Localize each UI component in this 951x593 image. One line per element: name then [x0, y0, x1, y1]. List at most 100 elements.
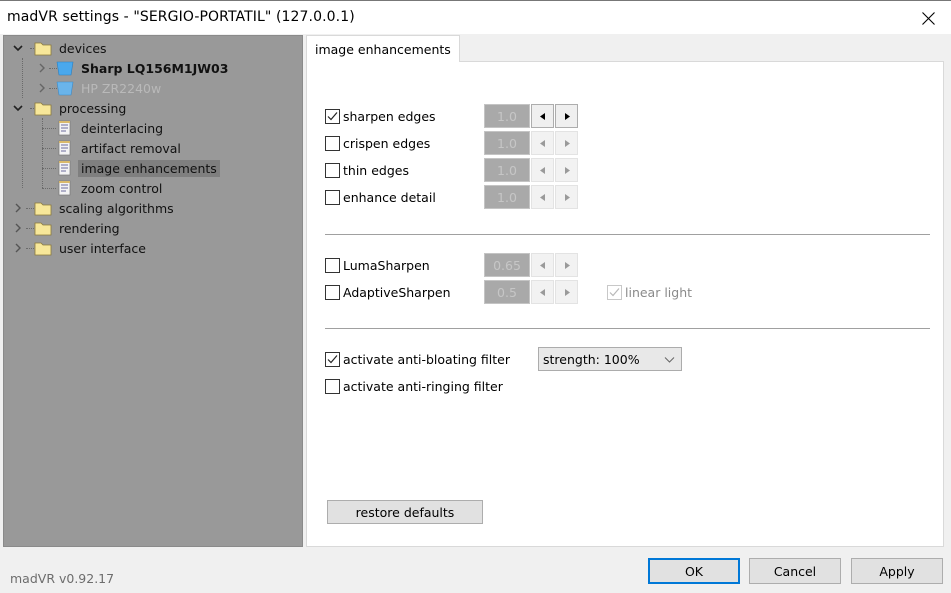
decrement-button[interactable]	[531, 185, 554, 209]
decrement-button[interactable]	[531, 158, 554, 182]
lumasharpen-checkbox[interactable]: LumaSharpen	[325, 255, 430, 275]
checkbox-label: crispen edges	[343, 135, 431, 151]
adaptivesharpen-checkbox[interactable]: AdaptiveSharpen	[325, 282, 451, 302]
checkbox[interactable]	[325, 162, 340, 178]
tree-item-sharp-monitor[interactable]: Sharp LQ156M1JW03	[56, 58, 231, 78]
ok-button[interactable]: OK	[648, 558, 740, 584]
thin-edges-checkbox[interactable]: thin edges	[325, 160, 409, 180]
increment-button[interactable]	[555, 104, 578, 128]
anti-ringing-checkbox[interactable]: activate anti-ringing filter	[325, 376, 503, 396]
lumasharpen-spinner[interactable]: 0.65	[484, 253, 579, 277]
settings-tree[interactable]: devices Sharp LQ156M1JW03 HP ZR2240w pro…	[3, 35, 303, 547]
tree-item-image-enhancements[interactable]: image enhancements	[56, 158, 220, 178]
sharpen-edges-spinner[interactable]: 1.0	[484, 104, 579, 128]
crispen-edges-spinner[interactable]: 1.0	[484, 131, 579, 155]
document-icon	[56, 180, 74, 196]
expander-devices[interactable]	[12, 42, 24, 54]
increment-button[interactable]	[555, 158, 578, 182]
tree-item-zoom-control[interactable]: zoom control	[56, 178, 165, 198]
checkbox-label: AdaptiveSharpen	[343, 284, 451, 300]
decrement-button[interactable]	[531, 280, 554, 304]
expander-sharp[interactable]	[36, 62, 48, 74]
arrow-right-icon	[564, 166, 570, 174]
cancel-button[interactable]: Cancel	[749, 558, 841, 584]
tree-item-label: user interface	[59, 240, 146, 256]
chevron-right-icon	[39, 63, 45, 73]
arrow-right-icon	[564, 139, 570, 147]
title-bar: madVR settings - "SERGIO-PORTATIL" (127.…	[0, 0, 951, 34]
tree-item-scaling-algorithms[interactable]: scaling algorithms	[34, 198, 177, 218]
tab-label: image enhancements	[315, 41, 451, 57]
arrow-left-icon	[539, 112, 545, 120]
linear-light-checkbox[interactable]: linear light	[607, 282, 692, 302]
tree-connector	[42, 188, 56, 189]
tree-item-label: devices	[59, 40, 107, 56]
close-button[interactable]	[905, 1, 951, 35]
tree-item-rendering[interactable]: rendering	[34, 218, 123, 238]
checkbox[interactable]	[325, 351, 340, 367]
crispen-edges-checkbox[interactable]: crispen edges	[325, 133, 430, 153]
decrement-button[interactable]	[531, 131, 554, 155]
decrement-button[interactable]	[531, 104, 554, 128]
checkbox-label: enhance detail	[343, 189, 436, 205]
arrow-left-icon	[539, 193, 545, 201]
increment-button[interactable]	[555, 280, 578, 304]
increment-button[interactable]	[555, 185, 578, 209]
spinner-value: 0.65	[484, 253, 530, 277]
expander-user-interface[interactable]	[12, 242, 24, 254]
button-label: Cancel	[773, 563, 817, 579]
checkbox[interactable]	[325, 189, 340, 205]
checkbox[interactable]	[325, 108, 340, 124]
checkbox[interactable]	[325, 257, 340, 273]
tree-item-label: artifact removal	[81, 140, 181, 156]
tree-item-artifact-removal[interactable]: artifact removal	[56, 138, 184, 158]
checkbox[interactable]	[607, 284, 622, 300]
button-label: OK	[684, 563, 704, 579]
checkmark-icon	[609, 287, 620, 296]
checkbox-label: thin edges	[343, 162, 409, 178]
sharpen-edges-checkbox[interactable]: sharpen edges	[325, 106, 436, 126]
checkmark-icon	[327, 354, 338, 363]
arrow-right-icon	[564, 288, 570, 296]
adaptivesharpen-spinner[interactable]: 0.5	[484, 280, 579, 304]
tree-connector	[42, 168, 56, 169]
increment-button[interactable]	[555, 131, 578, 155]
tree-item-label: rendering	[59, 220, 120, 236]
arrow-left-icon	[539, 288, 545, 296]
tree-item-label: scaling algorithms	[59, 200, 174, 216]
checkbox-label: sharpen edges	[343, 108, 436, 124]
chevron-down-icon	[664, 357, 675, 363]
section-divider	[325, 234, 930, 235]
tree-item-processing[interactable]: processing	[34, 98, 129, 118]
arrow-left-icon	[539, 261, 545, 269]
enhance-detail-spinner[interactable]: 1.0	[484, 185, 579, 209]
restore-defaults-button[interactable]: restore defaults	[327, 500, 483, 524]
tree-item-deinterlacing[interactable]: deinterlacing	[56, 118, 166, 138]
expander-scaling-algorithms[interactable]	[12, 202, 24, 214]
anti-bloating-checkbox[interactable]: activate anti-bloating filter	[325, 349, 510, 369]
tree-item-label: zoom control	[81, 180, 163, 196]
strength-dropdown[interactable]: strength: 100%	[538, 347, 682, 371]
enhance-detail-checkbox[interactable]: enhance detail	[325, 187, 436, 207]
spinner-value: 1.0	[484, 104, 530, 128]
increment-button[interactable]	[555, 253, 578, 277]
tree-item-user-interface[interactable]: user interface	[34, 238, 149, 258]
chevron-right-icon	[15, 223, 21, 233]
expander-hp[interactable]	[36, 82, 48, 94]
checkbox[interactable]	[325, 378, 340, 394]
checkbox[interactable]	[325, 135, 340, 151]
apply-button[interactable]: Apply	[851, 558, 943, 584]
tree-item-devices[interactable]: devices	[34, 38, 110, 58]
thin-edges-spinner[interactable]: 1.0	[484, 158, 579, 182]
tree-connector	[22, 118, 23, 188]
tab-image-enhancements[interactable]: image enhancements	[306, 35, 460, 62]
section-divider	[325, 328, 930, 329]
checkbox-label: activate anti-bloating filter	[343, 351, 510, 367]
expander-rendering[interactable]	[12, 222, 24, 234]
checkbox[interactable]	[325, 284, 340, 300]
chevron-down-icon	[13, 105, 23, 112]
tree-item-label: Sharp LQ156M1JW03	[81, 60, 229, 76]
tree-item-hp-monitor[interactable]: HP ZR2240w	[56, 78, 164, 98]
decrement-button[interactable]	[531, 253, 554, 277]
expander-processing[interactable]	[12, 102, 24, 114]
